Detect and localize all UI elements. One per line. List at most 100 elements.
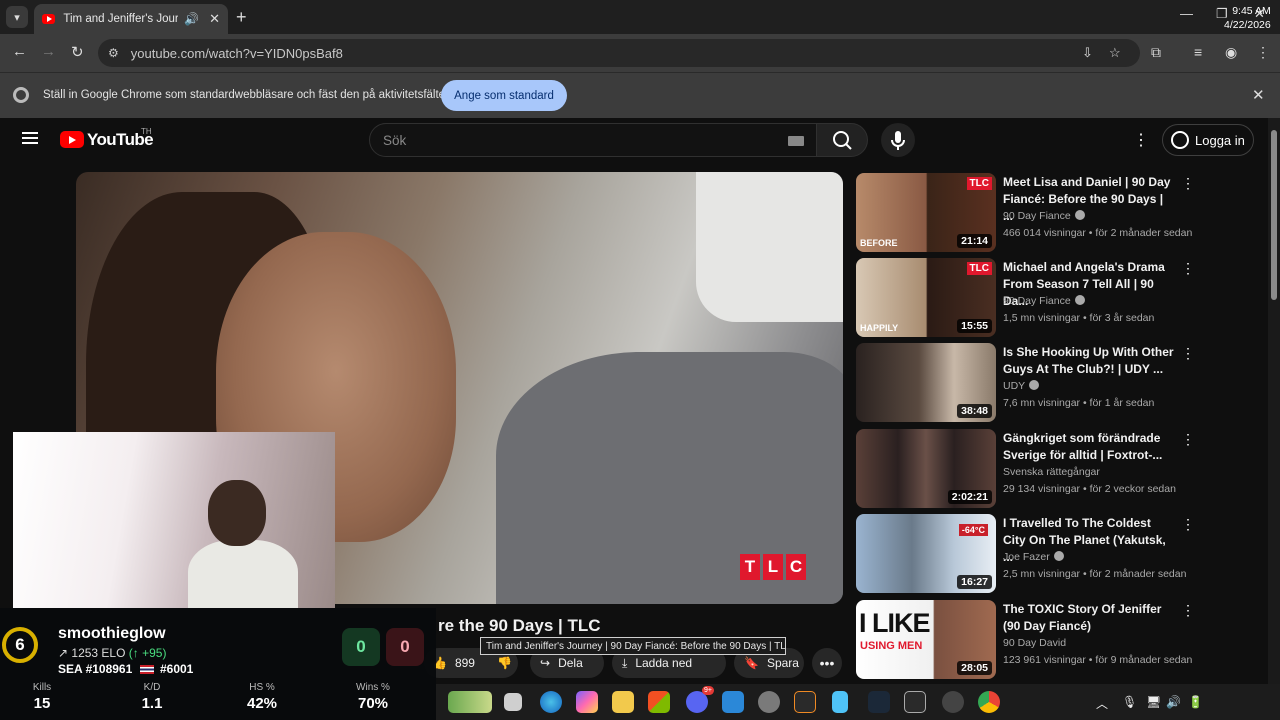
recommendation-item[interactable]: 38:48 Is She Hooking Up With Other Guys … [856,343,1196,423]
channel-label: 90 Day Fiance [1003,210,1071,222]
recommendation-menu-icon[interactable]: ⋮ [1181,345,1195,362]
video-thumbnail[interactable]: TLC HAPPILY 15:55 [856,258,996,337]
video-duration: 21:14 [957,234,992,248]
steam-icon[interactable] [868,691,890,713]
video-thumbnail[interactable]: TLC BEFORE 21:14 [856,173,996,252]
video-thumbnail[interactable]: 38:48 [856,343,996,422]
network-icon[interactable]: 🖥 [1146,695,1161,709]
recommendation-title[interactable]: Gängkriget som förändrade Sverige för al… [1003,430,1175,464]
tlc-badge: TLC [966,262,992,275]
address-bar[interactable]: ⚙ youtube.com/watch?v=YIDN0psBaf8 ⇩ ☆ [98,39,1140,67]
settings-menu-icon[interactable]: ⋮ [1133,130,1149,150]
active-tab[interactable]: Tim and Jeniffer's Journey | 🔊 ✕ [34,4,228,34]
search-input[interactable]: Sök [369,123,817,157]
recommendation-title[interactable]: Is She Hooking Up With Other Guys At The… [1003,344,1175,378]
discord-icon[interactable]: 9+ [686,686,714,713]
install-app-icon[interactable]: ⇩ [1082,45,1093,61]
stat-value: 70% [357,695,389,712]
stat-headshot: HS % 42% [236,682,288,712]
guide-menu-icon[interactable] [22,132,38,144]
set-default-button[interactable]: Ange som standard [441,80,567,111]
keyboard-icon[interactable] [788,136,804,146]
recommendation-item[interactable]: TLC BEFORE 21:14 Meet Lisa and Daniel | … [856,173,1196,253]
recommendation-item[interactable]: -64°C 16:27 I Travelled To The Coldest C… [856,514,1196,594]
tab-search-icon[interactable]: ▾ [6,6,28,28]
minimize-icon[interactable]: — [1180,6,1193,21]
site-info-icon[interactable]: ⚙ [108,46,119,60]
media-controls-icon[interactable]: ≡ [1194,44,1202,60]
new-tab-icon[interactable]: + [236,7,247,28]
edge-icon[interactable] [540,691,562,713]
tab-audio-icon[interactable]: 🔊 [184,12,199,26]
stat-kills: Kills 15 [22,682,62,712]
infobar-close-icon[interactable]: ✕ [1252,86,1265,104]
recommendation-menu-icon[interactable]: ⋮ [1181,175,1195,192]
streamer-webcam [13,432,335,608]
like-count[interactable]: 899 [455,656,475,670]
sign-in-button[interactable]: Logga in [1162,124,1254,156]
task-view-icon[interactable] [504,693,522,711]
search-button[interactable] [816,123,868,157]
more-actions-icon[interactable]: ••• [812,648,842,678]
thumbnail-caption: HAPPILY [860,323,899,333]
snipping-tool-icon[interactable] [904,691,926,713]
channel-name[interactable]: 90 Day David [1003,637,1066,649]
recommendation-item[interactable]: I LIKE USING MEN 28:05 The TOXIC Story O… [856,600,1196,680]
file-explorer-icon[interactable] [612,691,634,713]
scrollbar-thumb[interactable] [1271,130,1277,300]
infobar-message: Ställ in Google Chrome som standardwebbl… [43,89,449,101]
widgets-icon[interactable] [448,691,492,713]
streamer-body [188,540,298,608]
obs-icon[interactable] [794,691,816,713]
video-meta: 1,5 mn visningar • för 3 år sedan [1003,312,1155,324]
forward-icon[interactable]: → [41,43,56,60]
page-scrollbar[interactable] [1268,118,1280,684]
store-icon[interactable] [648,691,670,713]
temperature-sign: -64°C [958,524,988,536]
extensions-icon[interactable]: ⧉ [1151,44,1161,61]
channel-name[interactable]: UDY [1003,380,1040,392]
tray-overflow-icon[interactable]: ︿ [1096,695,1108,712]
windows-taskbar: 9+ ︿ 🎙 🖥 🔊 🔋 [436,684,1280,720]
recommendation-menu-icon[interactable]: ⋮ [1181,516,1195,533]
tab-close-icon[interactable]: ✕ [209,11,220,27]
voice-search-button[interactable] [881,123,915,157]
recommendation-menu-icon[interactable]: ⋮ [1181,431,1195,448]
chrome-menu-icon[interactable]: ⋮ [1256,44,1270,61]
channel-name[interactable]: Joe Fazer [1003,551,1064,563]
recommendation-item[interactable]: TLC HAPPILY 15:55 Michael and Angela's D… [856,258,1196,338]
channel-name[interactable]: 90 Day Fiance [1003,295,1085,307]
video-meta: 123 961 visningar • för 9 månader sedan [1003,654,1193,666]
channel-label: 90 Day Fiance [1003,295,1071,307]
video-duration: 28:05 [957,661,992,675]
bookmark-star-icon[interactable]: ☆ [1109,45,1121,61]
photos-icon[interactable] [722,691,744,713]
steelseries-icon[interactable] [942,691,964,713]
recommendation-menu-icon[interactable]: ⋮ [1181,602,1195,619]
settings-icon[interactable] [758,691,780,713]
recommendation-menu-icon[interactable]: ⋮ [1181,260,1195,277]
search-icon [833,131,852,150]
profile-icon[interactable]: ◉ [1225,44,1237,61]
chrome-taskbar-icon[interactable] [978,691,1000,713]
tray-mic-icon[interactable]: 🎙 [1122,695,1137,709]
youtube-logo-icon[interactable] [60,131,84,148]
video-thumbnail[interactable]: -64°C 16:27 [856,514,996,593]
battery-icon[interactable]: 🔋 [1188,695,1203,709]
back-icon[interactable]: ← [12,43,27,60]
channel-name[interactable]: 90 Day Fiance [1003,210,1085,222]
volume-icon[interactable]: 🔊 [1166,695,1181,709]
system-clock[interactable]: 9:45 AM 4/22/2026 [1224,4,1271,32]
recommendation-title[interactable]: The TOXIC Story Of Jeniffer (90 Day Fian… [1003,601,1175,635]
reload-icon[interactable]: ↻ [71,43,84,61]
dislike-icon[interactable]: 👎 [497,656,512,670]
clock-time: 9:45 AM [1232,5,1271,17]
copilot-icon[interactable] [576,691,598,713]
recommendation-item[interactable]: 2:02:21 Gängkriget som förändrade Sverig… [856,429,1196,509]
notepad-icon[interactable] [832,691,848,713]
tlc-letter: L [763,554,783,580]
video-thumbnail[interactable]: 2:02:21 [856,429,996,508]
channel-name[interactable]: Svenska rättegångar [1003,466,1100,478]
video-thumbnail[interactable]: I LIKE USING MEN 28:05 [856,600,996,679]
search-placeholder: Sök [383,133,407,148]
